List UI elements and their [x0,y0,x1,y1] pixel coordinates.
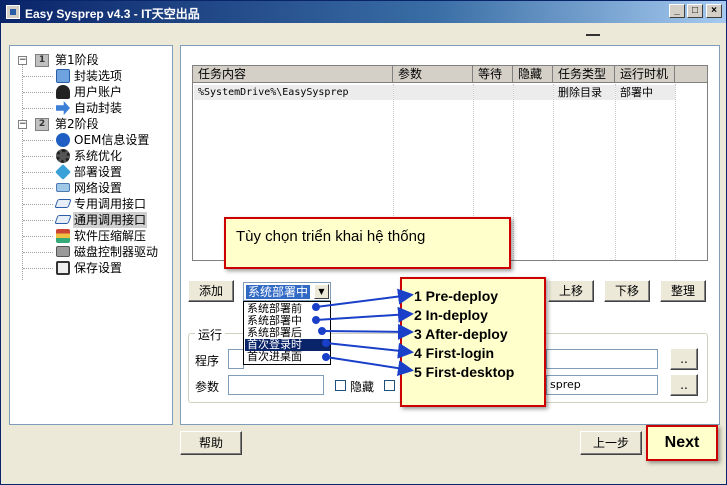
params-label: 参数 [195,380,220,394]
tree-item-auto-package[interactable]: 自动封装 [73,100,123,116]
browse-params-button[interactable]: .. [670,374,698,396]
move-down-button[interactable]: 下移 [604,280,650,302]
maximize-button[interactable]: □ [687,4,703,18]
option-in-deploy[interactable]: 系统部署中 [245,315,330,327]
tree-item-user-accounts[interactable]: 用户账户 [73,84,123,100]
cell-params [394,85,473,100]
network-icon [56,183,70,192]
stage-1-icon: 1 [35,54,49,67]
annotation-title: Tùy chọn triển khai hệ thống [224,217,511,269]
params-input[interactable] [228,375,324,395]
gear-icon [56,149,70,163]
stage-1-expander-icon[interactable]: − [18,56,27,65]
user-icon [56,85,70,99]
next-button[interactable]: Next [646,425,718,461]
tree-item-stage-2[interactable]: 第2阶段 [54,116,100,132]
annotation-stage-2: 2 In-deploy [414,307,488,323]
hidden-checkbox[interactable] [335,380,346,391]
wait-checkbox[interactable] [384,380,395,391]
tree-item-general-interface[interactable]: 通用调用接口 [73,212,148,228]
program-input[interactable] [228,349,244,369]
column-header-hidden[interactable]: 隐藏 [513,66,553,83]
cell-task-content: %SystemDrive%\EasySysprep [194,85,393,100]
monitor-icon [56,69,70,83]
run-timing-selected: 系统部署中 [246,285,311,299]
info-icon [56,133,70,147]
params-input-tail[interactable]: sprep [546,375,658,395]
tree-item-software-compress[interactable]: 软件压缩解压 [73,228,147,244]
deploy-icon [55,164,71,180]
annotation-stages: 1 Pre-deploy 2 In-deploy 3 After-deploy … [400,277,546,407]
close-button[interactable]: × [706,4,722,18]
cell-wait [474,85,513,100]
title-bar[interactable]: Easy Sysprep v4.3 - IT天空出品 _ □ × [1,1,726,23]
add-button[interactable]: 添加 [188,280,234,302]
help-button[interactable]: 帮助 [180,431,242,455]
organize-button[interactable]: 整理 [660,280,706,302]
column-header-task-type[interactable]: 任务类型 [553,66,615,83]
tree-item-stage-1[interactable]: 第1阶段 [54,52,100,68]
hidden-checkbox-label: 隐藏 [350,380,375,394]
tree-item-network-settings[interactable]: 网络设置 [73,180,123,196]
interface-icon [54,199,72,208]
panel-divider-icon [586,34,600,36]
stage-2-icon: 2 [35,118,49,131]
move-up-button[interactable]: 上移 [548,280,594,302]
cell-hidden [514,85,553,100]
column-header-run-timing[interactable]: 运行时机 [615,66,675,83]
annotation-stage-3: 3 After-deploy [414,326,508,342]
app-icon [6,5,20,19]
option-first-login[interactable]: 首次登录时 [245,339,330,351]
tree-item-special-interface[interactable]: 专用调用接口 [73,196,147,212]
archive-icon [56,229,70,243]
column-header-task-content[interactable]: 任务内容 [193,66,393,83]
chevron-down-icon[interactable]: ▼ [314,284,329,299]
run-timing-select[interactable]: 系统部署中 ▼ [243,282,331,301]
tree-item-packaging-options[interactable]: 封装选项 [73,68,123,84]
annotation-stage-4: 4 First-login [414,345,495,361]
interface-icon [54,215,72,224]
previous-button[interactable]: 上一步 [580,431,642,455]
browse-program-button[interactable]: .. [670,348,698,370]
column-header-wait[interactable]: 等待 [473,66,513,83]
option-first-desktop[interactable]: 首次进桌面 [245,351,330,363]
column-header-params[interactable]: 参数 [393,66,473,83]
program-input-tail[interactable] [546,349,658,369]
option-before-deploy[interactable]: 系统部署前 [245,303,330,315]
run-group-title: 运行 [195,326,226,343]
tree-item-system-optimize[interactable]: 系统优化 [73,148,123,164]
minimize-button[interactable]: _ [669,4,685,18]
program-label: 程序 [195,354,220,368]
tree-item-disk-driver[interactable]: 磁盘控制器驱动 [73,244,159,260]
window-title: Easy Sysprep v4.3 - IT天空出品 [25,7,200,21]
option-after-deploy[interactable]: 系统部署后 [245,327,330,339]
tree-item-oem-info[interactable]: OEM信息设置 [73,132,150,148]
disk-icon [56,246,70,257]
cell-task-type: 删除目录 [554,85,615,100]
annotation-stage-1: 1 Pre-deploy [414,288,499,304]
cell-run-timing: 部署中 [616,85,675,100]
tree-item-save-settings[interactable]: 保存设置 [73,260,123,276]
run-timing-options[interactable]: 系统部署前 系统部署中 系统部署后 首次登录时 首次进桌面 [243,301,331,365]
nav-tree[interactable]: − 1 第1阶段 封装选项 用户账户 自动封装 − 2 第2阶段 OEM信息设置… [9,45,173,425]
annotation-stage-5: 5 First-desktop [414,364,515,380]
tree-item-deploy-settings[interactable]: 部署设置 [73,164,123,180]
arrow-right-icon [56,101,70,115]
stage-2-expander-icon[interactable]: − [18,120,27,129]
save-icon [56,261,70,275]
